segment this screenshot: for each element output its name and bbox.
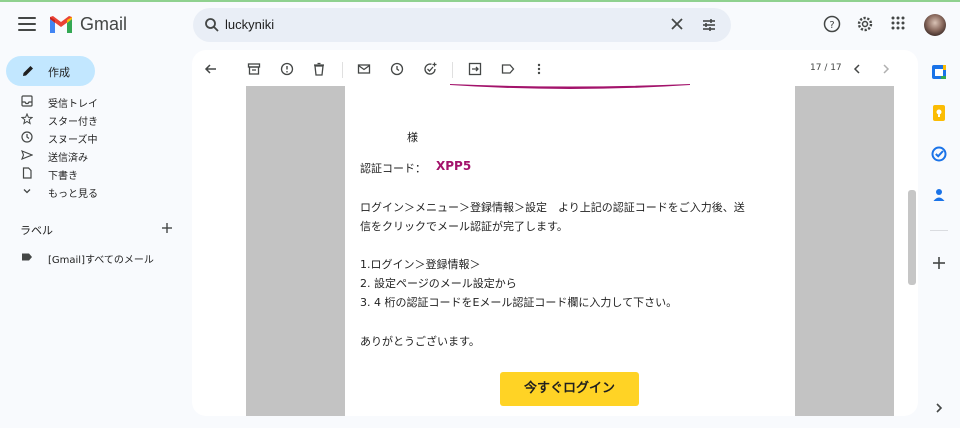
chevron-down-icon — [23, 189, 31, 194]
scrollbar-thumb[interactable] — [908, 190, 916, 285]
step-3: 3. 4 桁の認証コードをEメール認証コード欄に入力して下さい。 — [360, 296, 678, 309]
sidebar-item-drafts[interactable]: 下書き — [0, 164, 186, 182]
top-accent-line — [0, 0, 960, 2]
sidebar-item-label: 受信トレイ — [48, 99, 98, 110]
back-arrow-icon[interactable] — [204, 62, 218, 76]
inbox-icon — [21, 95, 33, 107]
clock-icon — [21, 131, 33, 143]
sidebar-item-label: 送信済み — [48, 153, 88, 164]
search-options-icon[interactable] — [701, 17, 717, 33]
instruction-line-2: 信をクリックでメール認証が完了します。 — [360, 220, 568, 233]
verification-code: XPP5 — [436, 159, 472, 173]
app-name: Gmail — [80, 14, 128, 34]
step-1: 1.ログイン＞登録情報＞ — [360, 258, 481, 271]
sidebar-label-text: [Gmail]すべてのメール — [48, 255, 154, 266]
main-menu-button[interactable] — [18, 17, 36, 31]
search-input[interactable]: luckyniki — [225, 17, 274, 32]
email-margin-left — [246, 86, 345, 416]
mark-unread-icon[interactable] — [357, 62, 371, 76]
expand-side-panel-icon[interactable] — [930, 399, 948, 417]
settings-icon[interactable] — [856, 15, 874, 33]
email-margin-right — [795, 86, 894, 416]
move-to-icon[interactable] — [468, 62, 482, 76]
sidebar-item-label: スヌーズ中 — [48, 135, 98, 146]
account-avatar[interactable] — [924, 14, 946, 36]
login-now-button[interactable]: 今すぐログイン — [500, 372, 639, 406]
snooze-icon[interactable] — [390, 62, 404, 76]
pencil-icon — [23, 66, 33, 76]
add-task-icon[interactable] — [423, 62, 437, 76]
step-2: 2. 設定ページのメール設定から — [360, 277, 517, 290]
get-addons-icon[interactable] — [930, 254, 948, 272]
pagination-count: 17 / 17 — [810, 63, 842, 73]
svg-text:?: ? — [829, 20, 834, 31]
chevron-left-icon[interactable] — [850, 62, 864, 76]
sidebar-label-all-mail[interactable]: [Gmail]すべてのメール — [0, 248, 186, 266]
clear-search-icon[interactable] — [669, 16, 685, 32]
draft-icon — [22, 167, 32, 179]
instruction-line-1: ログイン＞メニュー＞登録情報＞設定 より上記の認証コードをご入力後、送 — [360, 201, 745, 214]
salutation: 様 — [407, 131, 418, 144]
sidebar-item-label: 下書き — [48, 171, 78, 182]
sidebar-item-label: スター付き — [48, 117, 98, 128]
calendar-icon[interactable] — [930, 63, 948, 81]
toolbar-divider — [452, 62, 453, 78]
code-label: 認証コード： — [360, 162, 426, 175]
email-view: 17 / 17 様 認証コード： XPP5 ログイン＞メニュー＞登録情報＞設定 … — [192, 50, 918, 416]
toolbar-divider — [342, 62, 343, 78]
thanks-text: ありがとうございます。 — [360, 335, 480, 348]
gmail-logo-icon[interactable] — [48, 14, 74, 36]
keep-icon[interactable] — [930, 104, 948, 122]
apps-grid-icon[interactable] — [890, 15, 906, 31]
sidebar-item-label: もっと見る — [48, 189, 98, 200]
sidebar-item-more[interactable]: もっと見る — [0, 182, 186, 200]
sidebar-item-inbox[interactable]: 受信トレイ — [0, 92, 186, 110]
compose-label: 作成 — [48, 66, 70, 79]
label-icon — [22, 253, 32, 261]
sidebar-item-snoozed[interactable]: スヌーズ中 — [0, 128, 186, 146]
rail-divider — [930, 230, 948, 231]
sidebar-item-starred[interactable]: スター付き — [0, 110, 186, 128]
search-icon[interactable] — [204, 17, 220, 33]
header-swoosh-graphic — [450, 84, 690, 89]
contacts-icon[interactable] — [930, 186, 948, 204]
more-vertical-icon[interactable] — [532, 62, 546, 76]
tasks-icon[interactable] — [930, 145, 948, 163]
report-spam-icon[interactable] — [280, 62, 294, 76]
add-label-icon[interactable] — [161, 222, 173, 234]
search-bar[interactable]: luckyniki — [193, 8, 731, 42]
label-tag-icon[interactable] — [501, 62, 515, 76]
chevron-right-icon[interactable] — [879, 62, 893, 76]
send-icon — [21, 150, 33, 160]
sidebar-item-sent[interactable]: 送信済み — [0, 146, 186, 164]
delete-icon[interactable] — [312, 62, 326, 76]
help-icon[interactable]: ? — [823, 15, 841, 33]
email-content: 様 認証コード： XPP5 ログイン＞メニュー＞登録情報＞設定 より上記の認証コ… — [345, 84, 795, 416]
compose-button[interactable]: 作成 — [6, 56, 95, 86]
archive-icon[interactable] — [247, 62, 261, 76]
star-icon — [21, 113, 33, 125]
labels-heading: ラベル — [20, 224, 53, 237]
